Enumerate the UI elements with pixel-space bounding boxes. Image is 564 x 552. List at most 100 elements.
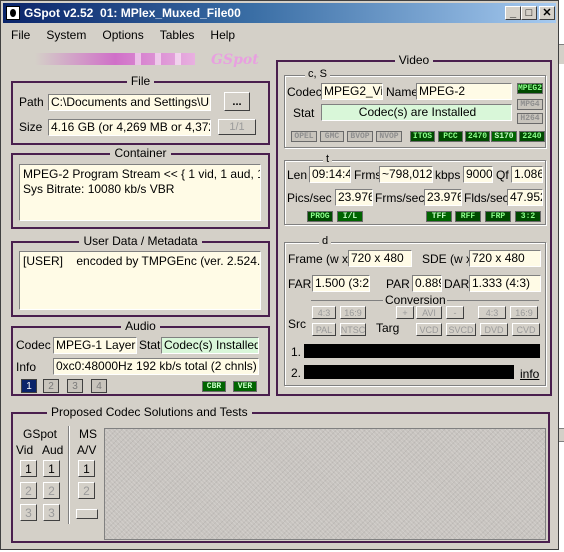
info-link[interactable]: info xyxy=(520,367,539,381)
bvop-indicator: BVOP xyxy=(347,131,373,142)
gspot-aud-3-button[interactable]: 3 xyxy=(43,504,60,521)
background-window-edge-2 xyxy=(559,428,564,442)
targ-svcd-button[interactable]: SVCD xyxy=(446,323,476,336)
par-field: 0.889 xyxy=(412,275,442,292)
audio-stream-2[interactable]: 2 xyxy=(43,379,59,393)
len-label: Len xyxy=(287,168,308,182)
aud-label: Aud xyxy=(42,443,64,457)
codec-section-title: c, S xyxy=(305,68,330,80)
menu-help[interactable]: Help xyxy=(202,28,243,42)
frms-per-sec-field: 23.976 xyxy=(424,189,462,206)
menu-bar: File System Options Tables Help xyxy=(3,25,243,45)
src-ntsc-button[interactable]: NTSC xyxy=(340,323,366,336)
audio-info-label: Info xyxy=(16,360,37,374)
opel-indicator: OPEL xyxy=(291,131,317,142)
ms-1-button[interactable]: 1 xyxy=(78,460,95,477)
gspot-vid-2-button[interactable]: 2 xyxy=(20,482,37,499)
audio-stat-field: Codec(s) Installed xyxy=(161,337,259,354)
app-icon[interactable] xyxy=(6,6,20,20)
gspot-aud-2-button[interactable]: 2 xyxy=(43,482,60,499)
audio-stream-1[interactable]: 1 xyxy=(21,379,37,393)
targ-plus-button[interactable]: + xyxy=(396,306,414,319)
minimize-button[interactable]: _ xyxy=(505,6,521,20)
gspot-vid-3-button[interactable]: 3 xyxy=(20,504,37,521)
frms-per-sec-label: Frms/sec xyxy=(375,191,425,205)
container-group: Container MPEG-2 Program Stream << { 1 v… xyxy=(11,146,270,229)
window-title: GSpot v2.52 01: MPlex_Muxed_File00 xyxy=(24,6,241,20)
menu-tables[interactable]: Tables xyxy=(152,28,203,42)
mpg4-indicator: MPG4 xyxy=(517,99,543,110)
menu-file[interactable]: File xyxy=(3,28,38,42)
audio-stream-3[interactable]: 3 xyxy=(67,379,83,393)
nvop-indicator: NVOP xyxy=(376,131,402,142)
audio-stream-4[interactable]: 4 xyxy=(91,379,107,393)
audio-stat-label: Stat xyxy=(139,338,161,352)
maximize-button[interactable]: □ xyxy=(521,6,537,20)
close-button[interactable]: ✕ xyxy=(539,6,555,20)
container-group-title: Container xyxy=(110,146,171,160)
targ-label: Targ xyxy=(376,321,400,335)
audio-codec-field: MPEG-1 Layer 2 xyxy=(53,337,137,354)
browse-button[interactable]: ... xyxy=(224,92,250,111)
pics-per-sec-label: Pics/sec xyxy=(287,191,332,205)
proposed-divider xyxy=(68,426,69,524)
pcc-indicator: PCC xyxy=(438,131,463,142)
path-label: Path xyxy=(19,95,44,109)
dimensions-section: d Frame (w x 720 x 480 SDE (w x 720 x 48… xyxy=(284,235,546,386)
gspot-logo: GSpot xyxy=(35,52,259,68)
ms-label: MS xyxy=(79,427,97,441)
targ-minus-button[interactable]: - xyxy=(446,306,464,319)
audio-group-title: Audio xyxy=(121,319,160,333)
proposed-group: Proposed Codec Solutions and Tests GSpot… xyxy=(11,405,550,543)
targ-16-9-button[interactable]: 16:9 xyxy=(510,306,538,319)
frms-field: ~798,012 xyxy=(379,166,433,183)
conversion-row-2-bar xyxy=(304,365,514,379)
main-window: GSpot v2.52 01: MPlex_Muxed_File00 _ □ ✕… xyxy=(0,0,559,550)
kbps-field: 9000 xyxy=(463,166,493,183)
frp-indicator: FRP xyxy=(485,211,511,222)
src-16-9-button[interactable]: 16:9 xyxy=(340,306,366,319)
targ-cvd-button[interactable]: CVD xyxy=(512,323,540,336)
targ-dvd-button[interactable]: DVD xyxy=(480,323,508,336)
userdata-info: [USER] encoded by TMPGEnc (ver. 2.524.63… xyxy=(19,251,261,310)
gspot-aud-1-button[interactable]: 1 xyxy=(43,460,60,477)
far-label: FAR xyxy=(288,277,312,291)
gmc-indicator: GMC xyxy=(320,131,344,142)
conversion-divider-left xyxy=(311,300,383,301)
src-pal-button[interactable]: PAL xyxy=(312,323,336,336)
svg-text:GSpot: GSpot xyxy=(211,52,259,68)
conversion-row-1-label: 1. xyxy=(291,345,302,359)
dar-label: DAR xyxy=(444,277,470,291)
tff-indicator: TFF xyxy=(426,211,452,222)
targ-avi-button[interactable]: AVI xyxy=(416,306,442,319)
targ-4-3-button[interactable]: 4:3 xyxy=(478,306,506,319)
video-stat-label: Stat xyxy=(293,106,315,120)
ms-extra-button[interactable] xyxy=(76,509,98,519)
dimensions-section-title: d xyxy=(319,235,332,247)
menu-system[interactable]: System xyxy=(38,28,94,42)
conversion-row-1-bar xyxy=(304,344,540,358)
part-indicator[interactable]: 1/1 xyxy=(218,119,256,135)
av-label: A/V xyxy=(77,443,97,457)
prog-indicator: PROG xyxy=(307,211,333,222)
targ-vcd-button[interactable]: VCD xyxy=(416,323,442,336)
container-info: MPEG-2 Program Stream << { 1 vid, 1 aud,… xyxy=(19,164,261,221)
video-group-title: Video xyxy=(394,53,434,67)
ms-2-button[interactable]: 2 xyxy=(78,482,95,499)
audio-group: Audio Codec MPEG-1 Layer 2 Stat Codec(s)… xyxy=(11,319,270,396)
flds-per-sec-label: Flds/sec xyxy=(464,191,509,205)
path-field[interactable]: C:\Documents and Settings\Uriel\ xyxy=(48,94,211,111)
flds-per-sec-field: 47.952 xyxy=(507,189,543,206)
gspot-vid-1-button[interactable]: 1 xyxy=(20,460,37,477)
video-codec-field: MPEG2_Vide xyxy=(321,83,383,100)
file-group-title: File xyxy=(126,74,155,88)
video-name-label: Name xyxy=(386,85,419,99)
audio-codec-label: Codec xyxy=(16,338,51,352)
proposed-group-title: Proposed Codec Solutions and Tests xyxy=(47,405,252,419)
title-bar[interactable]: GSpot v2.52 01: MPlex_Muxed_File00 _ □ ✕ xyxy=(3,3,556,23)
frame-label: Frame (w x xyxy=(288,252,348,266)
timing-section-title: t xyxy=(323,153,333,165)
qf-label: Qf xyxy=(496,168,509,182)
menu-options[interactable]: Options xyxy=(94,28,151,42)
src-4-3-button[interactable]: 4:3 xyxy=(312,306,336,319)
